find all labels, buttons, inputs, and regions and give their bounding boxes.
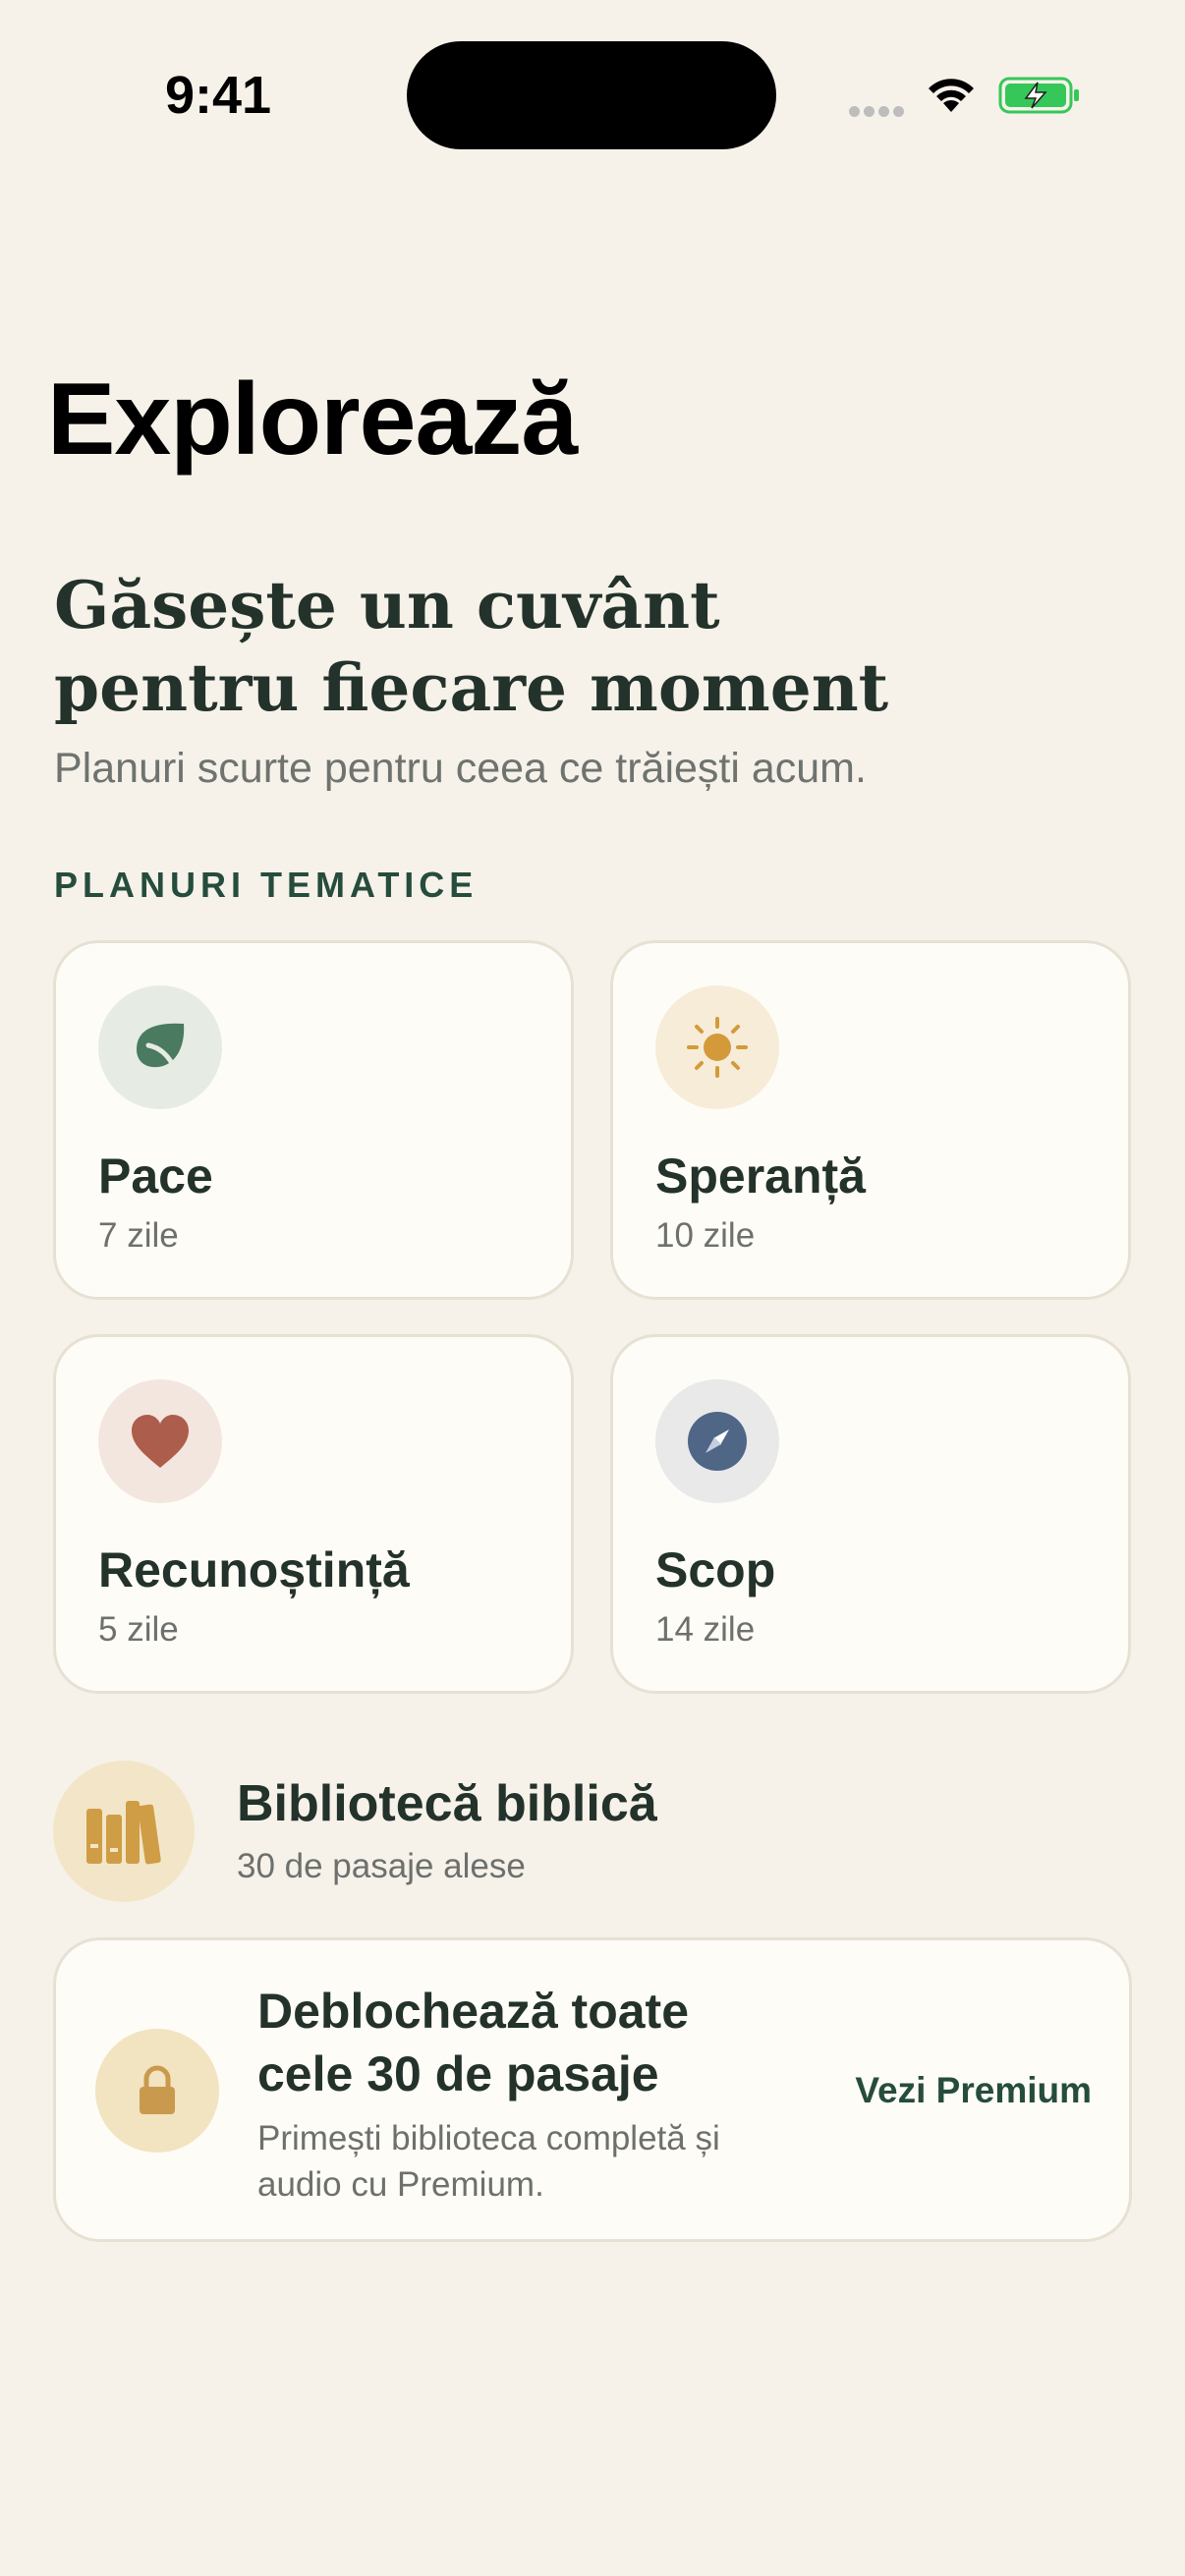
premium-upsell-card[interactable]: Deblochează toate cele 30 de pasaje Prim… [53, 1937, 1132, 2242]
plan-duration: 5 zile [98, 1610, 179, 1649]
lock-icon [95, 2029, 219, 2153]
plan-card-speranta[interactable]: Speranță 10 zile [610, 940, 1131, 1300]
library-title: Bibliotecă biblică [237, 1775, 657, 1832]
plan-title: Scop [655, 1542, 776, 1597]
plan-title: Speranță [655, 1148, 866, 1204]
compass-icon [655, 1379, 779, 1503]
plan-duration: 14 zile [655, 1610, 756, 1649]
wifi-icon [929, 79, 974, 112]
library-subtitle: 30 de pasaje alese [237, 1847, 526, 1885]
bible-library-row[interactable]: Bibliotecă biblică 30 de pasaje alese [53, 1761, 1134, 1902]
page-title: Explorează [47, 363, 578, 476]
books-icon [53, 1761, 195, 1902]
plan-card-scop[interactable]: Scop 14 zile [610, 1334, 1131, 1694]
premium-description: Primești biblioteca completă și audio cu… [257, 2119, 720, 2204]
section-label-themed-plans: PLANURI TEMATICE [54, 865, 479, 905]
status-time: 9:41 [165, 66, 272, 125]
cellular-signal-icon [849, 104, 908, 118]
battery-charging-icon [998, 77, 1079, 114]
sun-icon [655, 985, 779, 1109]
plan-card-recunostinta[interactable]: Recunoștință 5 zile [53, 1334, 574, 1694]
plan-duration: 10 zile [655, 1216, 756, 1255]
hero-subtitle: Planuri scurte pentru ceea ce trăiești a… [54, 745, 867, 792]
heart-icon [98, 1379, 222, 1503]
status-bar: 9:41 [0, 0, 1185, 187]
plan-duration: 7 zile [98, 1216, 179, 1255]
dynamic-island [407, 41, 776, 149]
leaf-icon [98, 985, 222, 1109]
hero-heading: Găsește un cuvânt pentru fiecare moment [54, 567, 889, 726]
premium-title: Deblochează toate cele 30 de pasaje [257, 1984, 690, 2101]
plan-card-pace[interactable]: Pace 7 zile [53, 940, 574, 1300]
plan-title: Recunoștință [98, 1542, 410, 1597]
plan-title: Pace [98, 1148, 213, 1204]
see-premium-button[interactable]: Vezi Premium [855, 2070, 1092, 2111]
